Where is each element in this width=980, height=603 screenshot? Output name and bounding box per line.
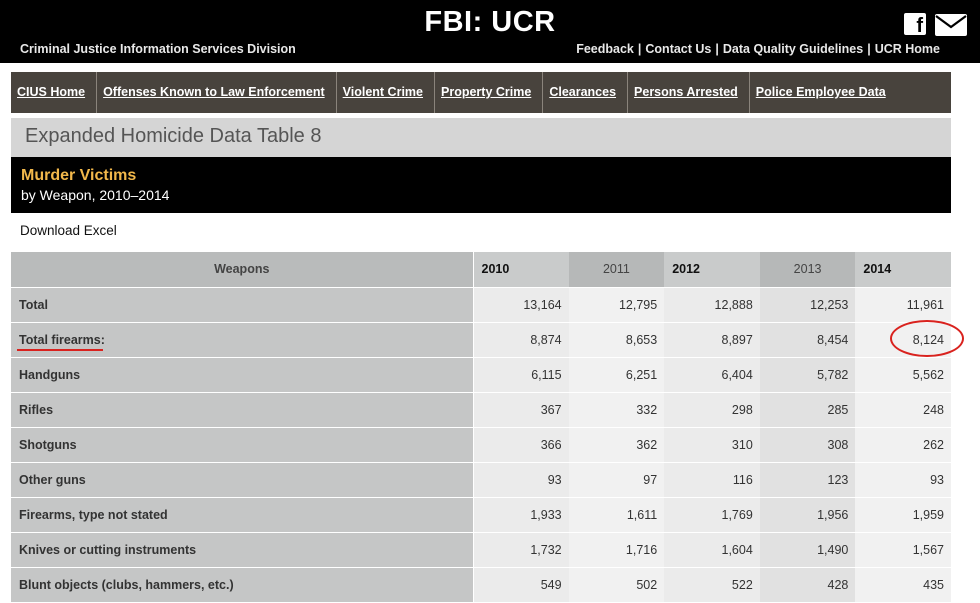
row-label: Total firearms:: [11, 322, 474, 358]
table-row: Rifles 367 332 298 285 248: [11, 392, 951, 428]
main-nav: CIUS Home Offenses Known to Law Enforcem…: [11, 72, 951, 113]
cell-2010: 6,115: [473, 357, 569, 393]
cell-2011: 332: [568, 392, 665, 428]
cell-2012: 6,404: [664, 357, 760, 393]
table-row: Total 13,164 12,795 12,888 12,253 11,961: [11, 287, 951, 323]
cell-2011: 97: [568, 462, 665, 498]
cell-2014: 93: [855, 462, 951, 498]
table-row: Shotguns 366 362 310 308 262: [11, 427, 951, 463]
cell-2012: 310: [664, 427, 760, 463]
cell-2010: 93: [473, 462, 569, 498]
cell-2013: 1,956: [759, 497, 856, 533]
cell-2013: 5,782: [759, 357, 856, 393]
header-2014[interactable]: 2014: [855, 252, 951, 288]
annotation-circle: [890, 320, 964, 357]
table-row: Other guns 93 97 116 123 93: [11, 462, 951, 498]
table-row: Firearms, type not stated 1,933 1,611 1,769…: [11, 497, 951, 533]
contact-us-link[interactable]: Contact Us: [645, 42, 711, 56]
table-row: Total firearms: 8,874 8,653 8,897 8,454 8,124: [11, 322, 951, 358]
annotation-underline: [17, 349, 103, 351]
header-2013[interactable]: 2013: [759, 252, 856, 288]
ucr-home-link[interactable]: UCR Home: [875, 42, 940, 56]
row-label: Knives or cutting instruments: [11, 532, 474, 568]
feedback-link[interactable]: Feedback: [576, 42, 634, 56]
cell-2012: 116: [664, 462, 760, 498]
header-2010[interactable]: 2010: [473, 252, 569, 288]
banner-title: FBI: UCR: [424, 6, 556, 38]
cell-2013: 8,454: [759, 322, 856, 358]
cell-2012: 12,888: [664, 287, 760, 323]
cell-2013: 12,253: [759, 287, 856, 323]
cell-2013: 123: [759, 462, 856, 498]
cell-2014: 11,961: [855, 287, 951, 323]
cell-2012: 522: [664, 567, 760, 603]
cell-2011: 6,251: [568, 357, 665, 393]
header-2011[interactable]: 2011: [568, 252, 665, 288]
top-banner: Criminal Justice Information Services Di…: [0, 0, 980, 63]
cell-2010: 366: [473, 427, 569, 463]
table-row: Handguns 6,115 6,251 6,404 5,782 5,562: [11, 357, 951, 393]
download-excel-link[interactable]: Download Excel: [20, 223, 117, 238]
cell-2010: 367: [473, 392, 569, 428]
cell-2012: 298: [664, 392, 760, 428]
table-title: Murder Victims: [21, 167, 137, 184]
nav-clearances[interactable]: Clearances: [543, 72, 629, 113]
cell-2011: 502: [568, 567, 665, 603]
cell-2014: 1,567: [855, 532, 951, 568]
nav-offenses-known[interactable]: Offenses Known to Law Enforcement: [97, 72, 337, 113]
table-subtitle: by Weapon, 2010–2014: [21, 187, 170, 203]
nav-violent-crime[interactable]: Violent Crime: [337, 72, 435, 113]
utility-links: Feedback | Contact Us | Data Quality Guideli…: [576, 42, 940, 56]
table-row: Knives or cutting instruments 1,732 1,716 1…: [11, 532, 951, 568]
cell-2011: 362: [568, 427, 665, 463]
cell-2011: 1,716: [568, 532, 665, 568]
header-weapons[interactable]: Weapons: [11, 252, 474, 288]
division-label: Criminal Justice Information Services Di…: [20, 42, 296, 56]
envelope-icon[interactable]: [935, 14, 967, 36]
facebook-icon[interactable]: f: [904, 13, 926, 37]
nav-persons-arrested[interactable]: Persons Arrested: [628, 72, 750, 113]
cell-2014: 262: [855, 427, 951, 463]
nav-property-crime[interactable]: Property Crime: [435, 72, 544, 113]
table-header-row: Weapons 2010 2011 2012 2013 2014: [11, 252, 951, 288]
cell-2010: 1,933: [473, 497, 569, 533]
nav-police-employee-data[interactable]: Police Employee Data: [750, 72, 897, 113]
row-label: Shotguns: [11, 427, 474, 463]
page-title: Expanded Homicide Data Table 8: [25, 125, 322, 147]
cell-2014: 435: [855, 567, 951, 603]
cell-2014: 5,562: [855, 357, 951, 393]
cell-2012: 8,897: [664, 322, 760, 358]
nav-cius-home[interactable]: CIUS Home: [11, 72, 98, 113]
cell-2014: 1,959: [855, 497, 951, 533]
row-label: Other guns: [11, 462, 474, 498]
cell-2011: 12,795: [568, 287, 665, 323]
cell-2013: 285: [759, 392, 856, 428]
cell-2012: 1,604: [664, 532, 760, 568]
cell-2010: 1,732: [473, 532, 569, 568]
row-label: Firearms, type not stated: [11, 497, 474, 533]
cell-2010: 549: [473, 567, 569, 603]
data-table: Weapons 2010 2011 2012 2013 2014 Total 13…: [11, 252, 951, 603]
page-heading-bar: Expanded Homicide Data Table 8: [11, 118, 951, 157]
row-label: Blunt objects (clubs, hammers, etc.): [11, 567, 474, 603]
cell-2012: 1,769: [664, 497, 760, 533]
cell-2011: 8,653: [568, 322, 665, 358]
row-label: Handguns: [11, 357, 474, 393]
cell-2010: 13,164: [473, 287, 569, 323]
data-quality-link[interactable]: Data Quality Guidelines: [723, 42, 863, 56]
cell-2013: 308: [759, 427, 856, 463]
cell-2010: 8,874: [473, 322, 569, 358]
header-2012[interactable]: 2012: [664, 252, 760, 288]
cell-2013: 428: [759, 567, 856, 603]
cell-2011: 1,611: [568, 497, 665, 533]
row-label: Rifles: [11, 392, 474, 428]
row-label: Total: [11, 287, 474, 323]
table-row: Blunt objects (clubs, hammers, etc.) 549 5…: [11, 567, 951, 603]
cell-2014: 248: [855, 392, 951, 428]
cell-2013: 1,490: [759, 532, 856, 568]
table-title-box: Murder Victims by Weapon, 2010–2014: [11, 157, 951, 213]
